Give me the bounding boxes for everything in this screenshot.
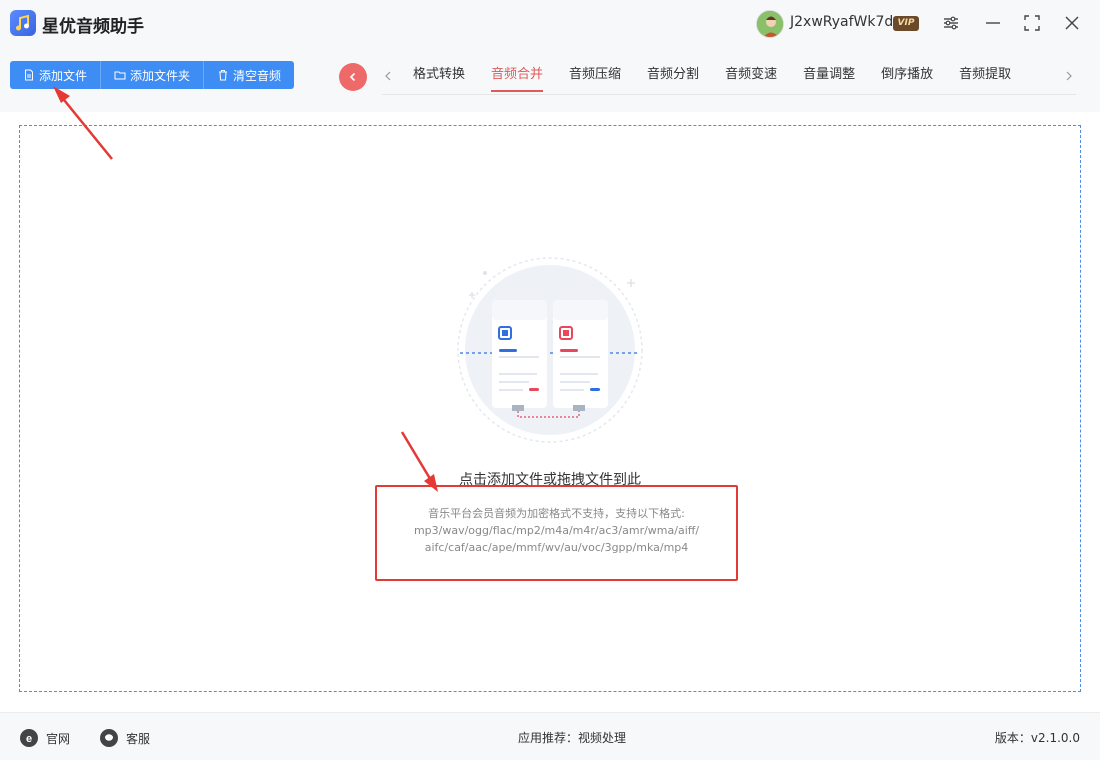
app-recommendation: 应用推荐：视频处理 [518, 729, 626, 746]
ie-icon: e [20, 729, 38, 747]
close-icon[interactable] [1061, 12, 1083, 34]
svg-text:e: e [26, 733, 32, 744]
tab-reverse-play[interactable]: 倒序播放 [868, 60, 946, 90]
clear-audio-button[interactable]: 清空音频 [204, 61, 294, 89]
tab-audio-extract[interactable]: 音频提取 [946, 60, 1024, 90]
formats-list-1: mp3/wav/ogg/flac/mp2/m4a/m4r/ac3/amr/wma… [413, 524, 700, 537]
tab-volume-adjust[interactable]: 音量调整 [790, 60, 868, 90]
file-icon [25, 69, 33, 81]
customer-service-link[interactable]: 客服 [100, 729, 150, 747]
tab-scroll-left-icon[interactable] [381, 68, 395, 84]
service-label: 客服 [126, 731, 151, 746]
back-icon[interactable] [339, 63, 367, 91]
add-folder-button[interactable]: 添加文件夹 [101, 61, 205, 89]
recommend-app-link[interactable]: 视频处理 [578, 731, 626, 745]
add-file-button[interactable]: 添加文件 [10, 61, 102, 89]
tab-format-convert[interactable]: 格式转换 [400, 60, 478, 90]
supported-formats-box: 音乐平台会员音频为加密格式不支持，支持以下格式: mp3/wav/ogg/fla… [375, 485, 738, 581]
app-title: 星优音频助手 [42, 17, 144, 37]
main-panel: 点击添加文件或拖拽文件到此 音乐平台会员音频为加密格式不支持，支持以下格式: m… [0, 112, 1100, 712]
tab-scroll-right-icon[interactable] [1062, 68, 1076, 84]
function-tabs: 格式转换 音频合并 音频压缩 音频分割 音频变速 音量调整 倒序播放 音频提取 [400, 60, 1060, 94]
trash-icon [219, 70, 228, 81]
avatar[interactable] [756, 10, 784, 38]
website-label: 官网 [46, 731, 71, 746]
merge-illustration-icon [457, 257, 643, 443]
chat-bubble-icon [100, 729, 118, 747]
settings-icon[interactable] [940, 12, 962, 34]
maximize-icon[interactable] [1021, 12, 1043, 34]
music-note-icon [10, 10, 36, 36]
website-link[interactable]: e 官网 [20, 729, 70, 747]
username[interactable]: J2xwRyafWk7d [790, 14, 893, 30]
tabs-divider [382, 94, 1076, 95]
version-text: 版本：v2.1.0.0 [994, 731, 1080, 745]
minimize-icon[interactable] [982, 12, 1004, 34]
footer: e 官网 客服 应用推荐：视频处理 版本：v2.1.0.0 [0, 712, 1100, 760]
formats-note: 音乐平台会员音频为加密格式不支持，支持以下格式: [428, 507, 685, 520]
tab-audio-split[interactable]: 音频分割 [634, 60, 712, 90]
add-folder-label: 添加文件夹 [130, 68, 191, 83]
tab-audio-speed[interactable]: 音频变速 [712, 60, 790, 90]
add-file-label: 添加文件 [39, 68, 88, 83]
formats-list-2: aifc/caf/aac/ape/mmf/wv/au/voc/3gpp/mka/… [424, 541, 689, 554]
tab-audio-merge[interactable]: 音频合并 [478, 60, 556, 92]
clear-audio-label: 清空音频 [233, 68, 282, 83]
toolbar: 添加文件 添加文件夹 清空音频 [10, 61, 295, 89]
vip-badge: VIP [893, 16, 919, 31]
recommend-label: 应用推荐： [518, 731, 579, 745]
title-bar: 星优音频助手 J2xwRyafWk7d VIP [0, 0, 1100, 48]
tab-audio-compress[interactable]: 音频压缩 [556, 60, 634, 90]
folder-icon [114, 71, 126, 80]
